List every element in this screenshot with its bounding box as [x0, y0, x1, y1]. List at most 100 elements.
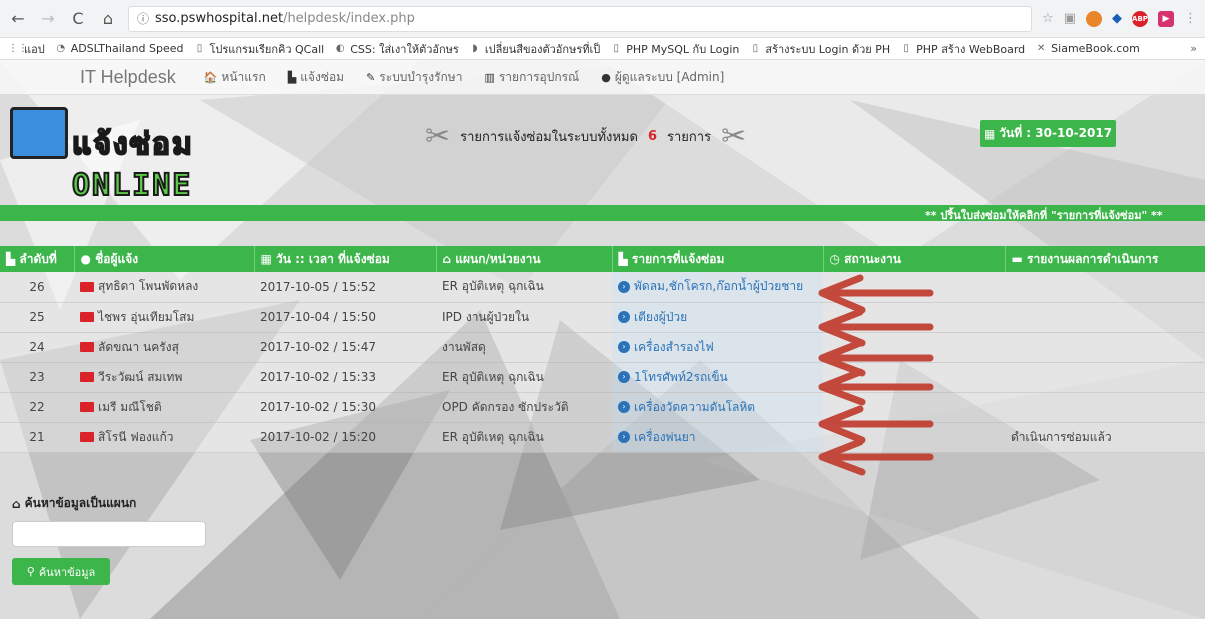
tools-icon: ✂: [425, 119, 451, 154]
bookmark-item[interactable]: ▯ สร้างระบบ Login ด้วย PH: [749, 40, 891, 58]
site-logo[interactable]: แจ้งซ่อม ONLINE: [10, 103, 270, 204]
column-header[interactable]: ⌂ แผนก/หน่วยงาน: [436, 246, 613, 272]
folder-icon: [80, 342, 94, 352]
star-icon[interactable]: ☆: [1042, 11, 1054, 26]
repair-item-link[interactable]: › พัดลม,ชักโครก,ก๊อกน้ำผู้ป่วยชาย: [612, 272, 823, 303]
row-number: 23: [0, 362, 74, 393]
extension-icon[interactable]: ▣: [1064, 11, 1076, 26]
column-header[interactable]: ◷ สถานะงาน: [823, 246, 1006, 272]
extension-orange-icon[interactable]: [1086, 10, 1102, 27]
department: ER อุบัติเหตุ ฉุกเฉิน: [436, 272, 612, 303]
column-header[interactable]: ▬ รายงานผลการดำเนินการ: [1005, 246, 1205, 272]
department: งานพัสดุ: [436, 332, 612, 363]
home-icon: 🏠: [203, 70, 218, 84]
reporter-name[interactable]: วีระวัฒน์ สมเทพ: [74, 362, 254, 393]
table-row: 22 เมรี มณีโชติ 2017-10-02 / 15:30 OPD ค…: [0, 392, 1205, 423]
marquee-notice: ** ปริ้นใบส่งซ่อมให้คลิกที่ "รายการที่แจ…: [0, 205, 1205, 221]
forward-icon[interactable]: →: [38, 9, 58, 28]
repair-table: ▙ ลำดับที่ ● ชื่อผู้แจ้ง ▦ วัน :: เวลา ท…: [0, 246, 1205, 453]
department: OPD คัดกรอง ซักประวัติ: [436, 392, 612, 423]
info-icon[interactable]: ⓘ: [137, 10, 149, 27]
search-icon: ⚲: [26, 565, 35, 578]
bookmark-item[interactable]: ▯ PHP สร้าง WebBoard: [900, 40, 1025, 58]
repair-item-link[interactable]: › เครื่องวัดความดันโลหิต: [612, 392, 823, 423]
page-icon: ◗: [472, 42, 478, 54]
department: ER อุบัติเหตุ ฉุกเฉิน: [436, 422, 612, 453]
report-datetime: 2017-10-02 / 15:20: [254, 422, 436, 453]
report-datetime: 2017-10-05 / 15:52: [254, 272, 436, 303]
row-number: 25: [0, 302, 74, 333]
nav-equipment[interactable]: ▥ รายการอุปกรณ์: [484, 68, 579, 87]
repair-summary: ✂ รายการแจ้งซ่อมในระบบทั้งหมด 6 รายการ ✂: [425, 119, 746, 154]
column-header[interactable]: ▙ ลำดับที่: [0, 246, 75, 272]
date-button[interactable]: ▦ วันที่ : 30-10-2017: [980, 120, 1116, 147]
report-datetime: 2017-10-02 / 15:33: [254, 362, 436, 393]
folder-icon: [80, 281, 94, 292]
report-result: [1005, 302, 1205, 333]
page: IT Helpdesk 🏠 หน้าแรก ▙ แจ้งซ่อม ✎ ระบบบำรุ…: [0, 60, 1205, 619]
arrow-circle-icon: ›: [618, 431, 630, 443]
row-number: 26: [0, 272, 74, 303]
apps-grid-icon: ⋮⋮: [8, 42, 28, 54]
repair-item-link[interactable]: › เครื่องพ่นยา: [612, 422, 823, 453]
table-row: 25 ไชพร อุ่นเทียมโสม 2017-10-04 / 15:50 …: [0, 302, 1205, 333]
reporter-name[interactable]: ไชพร อุ่นเทียมโสม: [74, 302, 254, 333]
search-label: ⌂ ค้นหาข้อมูลเป็นแผนก: [12, 496, 137, 511]
nav-home[interactable]: 🏠 หน้าแรก: [204, 68, 266, 87]
file-icon: ▙: [287, 70, 297, 84]
nav-admin[interactable]: ● ผู้ดูแลระบบ [Admin]: [601, 68, 724, 87]
reporter-name[interactable]: ลัดขณา นครังสุ: [74, 332, 254, 363]
report-result: [1005, 392, 1205, 423]
bookmark-item[interactable]: ⋮⋮ แอป: [8, 40, 45, 58]
page-icon: ▯: [613, 42, 619, 54]
bookmark-item[interactable]: ▯ โปรแกรมเรียกคิว QCall: [194, 40, 324, 58]
bookmark-item[interactable]: ✕ SiameBook.com: [1035, 42, 1140, 55]
page-icon: ▯: [752, 42, 759, 54]
wrench-icon: ✎: [366, 70, 376, 84]
reporter-name[interactable]: สุทธิดา โพนพัดหลง: [74, 272, 254, 303]
bookmark-item[interactable]: ▯ PHP MySQL กับ Login: [610, 40, 739, 58]
menu-icon[interactable]: ⋮: [1184, 11, 1197, 26]
column-header[interactable]: ▙ รายการที่แจ้งซ่อม: [612, 246, 824, 272]
repair-item-link[interactable]: › 1โทรศัพท์2รถเข็น: [612, 362, 823, 393]
report-result: ดำเนินการซ่อมแล้ว: [1005, 422, 1205, 453]
address-bar[interactable]: ⓘ sso.pswhospital.net/helpdesk/index.php: [128, 5, 1033, 32]
department: IPD งานผู้ป่วยใน: [436, 302, 612, 333]
arrow-circle-icon: ›: [618, 371, 630, 383]
row-number: 22: [0, 392, 74, 423]
adblock-icon[interactable]: ABP: [1132, 10, 1148, 27]
bookmark-item[interactable]: ◗ เปลี่ยนสีของตัวอักษรที่เป็: [469, 40, 600, 58]
summary-suffix: รายการ: [667, 130, 712, 145]
home-icon[interactable]: ⌂: [98, 9, 118, 28]
extension-shield-icon[interactable]: ◆: [1112, 11, 1122, 26]
report-datetime: 2017-10-02 / 15:30: [254, 392, 436, 423]
summary-prefix: รายการแจ้งซ่อมในระบบทั้งหมด: [460, 130, 638, 145]
status: [823, 422, 1005, 453]
search-input[interactable]: [12, 521, 206, 547]
department-search: ⌂ ค้นหาข้อมูลเป็นแผนก ⚲ ค้นหาข้อมูล: [12, 494, 206, 585]
reporter-name[interactable]: เมรี มณีโชติ: [74, 392, 254, 423]
report-datetime: 2017-10-04 / 15:50: [254, 302, 436, 333]
bookmark-item[interactable]: ◔ ADSLThailand Speed: [55, 42, 183, 55]
back-icon[interactable]: ←: [8, 9, 28, 28]
repair-item-link[interactable]: › เครื่องสำรองไฟ: [612, 332, 823, 363]
reload-icon[interactable]: C: [68, 9, 88, 28]
column-header[interactable]: ▦ วัน :: เวลา ที่แจ้งซ่อม: [254, 246, 437, 272]
column-header[interactable]: ● ชื่อผู้แจ้ง: [74, 246, 255, 272]
url-domain: sso.pswhospital.net: [155, 11, 284, 26]
search-button[interactable]: ⚲ ค้นหาข้อมูล: [12, 558, 110, 585]
bookmarks-more-icon[interactable]: »: [1190, 42, 1197, 55]
reporter-name[interactable]: สิโรนี ฟองแก้ว: [74, 422, 254, 453]
bookmark-item[interactable]: ◐ CSS: ใส่เงาให้ตัวอักษร: [334, 40, 459, 58]
nav-maintenance[interactable]: ✎ ระบบบำรุงรักษา: [366, 68, 462, 87]
brand[interactable]: IT Helpdesk: [80, 67, 176, 88]
extension-play-icon[interactable]: ▶: [1158, 10, 1174, 27]
department: ER อุบัติเหตุ ฉุกเฉิน: [436, 362, 612, 393]
arrow-circle-icon: ›: [618, 311, 630, 323]
tools-icon: ✂: [721, 119, 747, 154]
nav-repair[interactable]: ▙ แจ้งซ่อม: [288, 68, 344, 87]
calendar-icon: ▦: [983, 126, 996, 141]
repair-item-link[interactable]: › เตียงผู้ป่วย: [612, 302, 823, 333]
main-navbar: IT Helpdesk 🏠 หน้าแรก ▙ แจ้งซ่อม ✎ ระบบบำรุ…: [0, 60, 1205, 95]
status: [823, 392, 1005, 423]
